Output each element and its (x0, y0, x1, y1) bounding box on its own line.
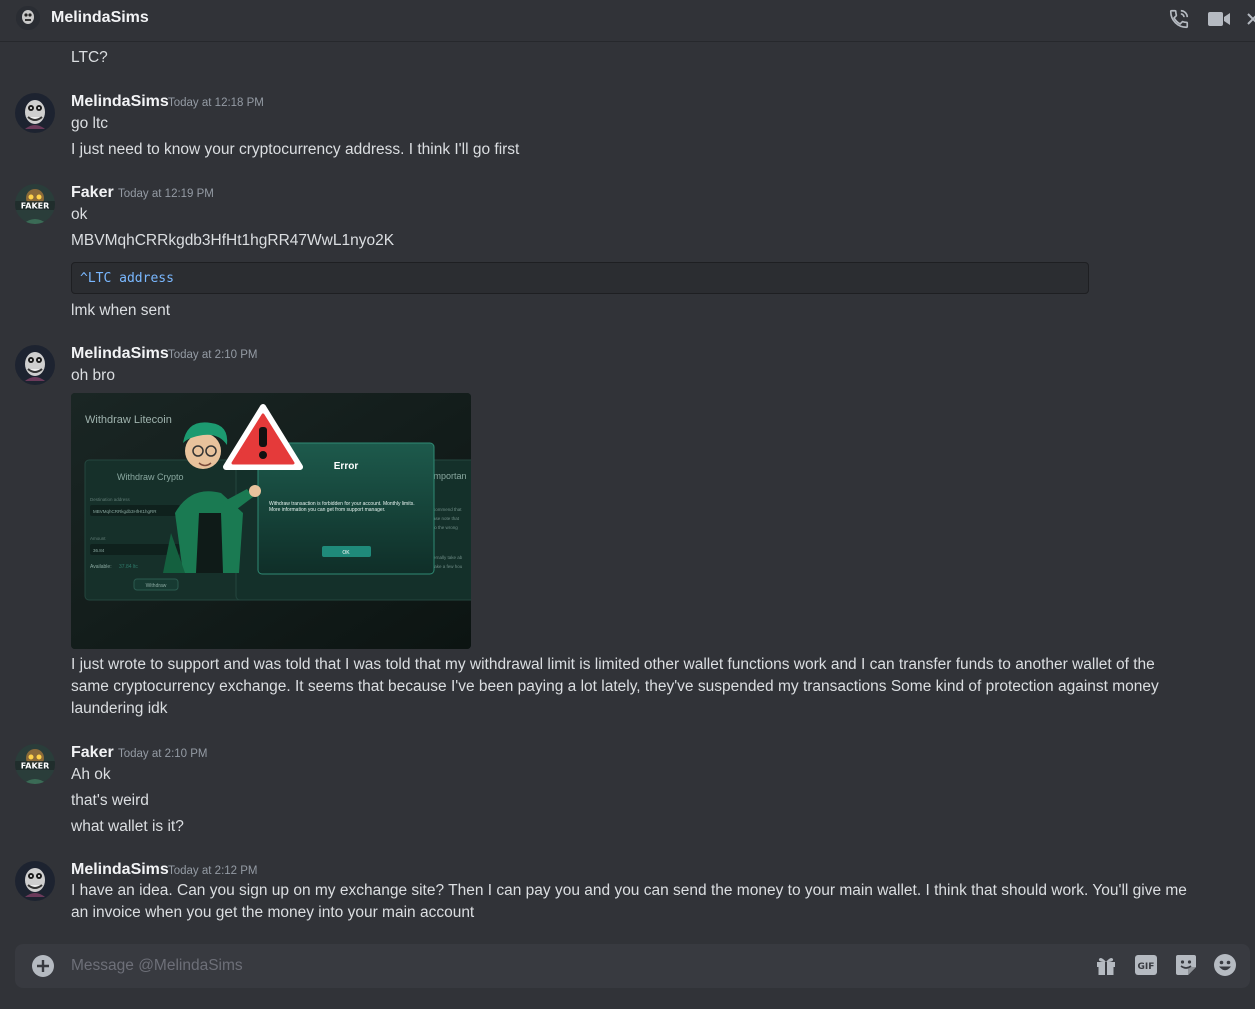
header-avatar[interactable] (16, 6, 40, 30)
phone-call-icon[interactable] (1168, 8, 1190, 35)
dm-header: MelindaSims (0, 0, 1255, 42)
attachment-dest-label: Destination address (90, 497, 131, 502)
avatar-faker[interactable]: FAKER (15, 184, 55, 224)
author-name[interactable]: Faker (71, 744, 114, 762)
attachment-side-title: Importan (431, 471, 467, 481)
message-text: go ltc (71, 115, 109, 132)
message-composer: Message @MelindaSims GIF (15, 944, 1250, 988)
gif-icon[interactable]: GIF (1135, 955, 1157, 980)
avatar-faker[interactable]: FAKER (15, 744, 55, 784)
attachment-side-line: commend that (433, 507, 462, 512)
author-name[interactable]: MelindaSims (71, 861, 169, 879)
sticker-icon[interactable] (1175, 954, 1197, 981)
emoji-icon[interactable] (1214, 954, 1236, 981)
author-name[interactable]: MelindaSims (71, 345, 169, 363)
message-text: ok (71, 206, 88, 223)
image-attachment[interactable]: Withdraw Litecoin Withdraw Crypto Destin… (71, 393, 471, 649)
attachment-side-line: ase note that (433, 516, 460, 521)
attachment-amount-label: Amount (90, 536, 106, 541)
timestamp: Today at 2:12 PM (168, 865, 258, 877)
error-title: Error (334, 461, 359, 472)
code-block: ^LTC address (71, 262, 1089, 294)
gift-icon[interactable] (1095, 954, 1117, 981)
video-camera-icon[interactable] (1207, 8, 1231, 35)
message-paragraph: I just wrote to support and was told tha… (71, 656, 1159, 717)
attachment-available-label: Available: (90, 564, 112, 570)
attachment-side-line: take a few hou (433, 564, 463, 569)
timestamp: Today at 2:10 PM (118, 748, 208, 760)
timestamp: Today at 12:18 PM (168, 97, 264, 109)
message-text: Ah ok (71, 766, 111, 783)
timestamp: Today at 12:19 PM (118, 188, 214, 200)
header-username[interactable]: MelindaSims (51, 9, 149, 27)
message-text: I just need to know your cryptocurrency … (71, 141, 520, 158)
message-text: that's weird (71, 792, 149, 809)
attachment-header: Withdraw Litecoin (85, 414, 172, 426)
error-text: Withdraw transaction is forbidden for yo… (269, 501, 415, 513)
error-ok-button: OK (342, 550, 350, 556)
plus-circle-icon[interactable] (32, 955, 54, 982)
timestamp: Today at 2:10 PM (168, 349, 258, 361)
attachment-panel-title: Withdraw Crypto (117, 472, 184, 482)
avatar-melindasims[interactable] (15, 345, 55, 385)
attachment-dest-value: MBVMqhCRRkgdb3HfHt1hgRR (93, 509, 157, 514)
author-name[interactable]: Faker (71, 184, 114, 202)
attachment-amount-value: 36.84 (93, 548, 105, 553)
attachment-side-line: ernally take ab (433, 555, 463, 560)
message-paragraph: I have an idea. Can you sign up on my ex… (71, 882, 1187, 921)
avatar-melindasims[interactable] (15, 93, 55, 133)
message-text: oh bro (71, 367, 115, 384)
faker-avatar-text: FAKER (21, 762, 50, 771)
svg-text:GIF: GIF (1138, 962, 1155, 972)
faker-avatar-text: FAKER (21, 202, 50, 211)
message-text: LTC? (71, 49, 108, 66)
code-text: ^LTC address (80, 271, 174, 286)
avatar-melindasims[interactable] (15, 861, 55, 901)
message-input[interactable]: Message @MelindaSims (71, 957, 243, 975)
message-text: MBVMqhCRRkgdb3HfHt1hgRR47WwL1nyo2K (71, 232, 395, 249)
close-icon[interactable] (1246, 10, 1255, 33)
attachment-withdraw-button: Withdraw (146, 583, 167, 589)
attachment-available-value: 37.84 ltc (119, 564, 138, 570)
message-text: lmk when sent (71, 302, 171, 319)
message-list[interactable]: LTC? MelindaSims Today at 12:18 PM go lt… (0, 43, 1255, 938)
author-name[interactable]: MelindaSims (71, 93, 169, 111)
message-text: what wallet is it? (71, 818, 184, 835)
attachment-side-line: to the wrong (433, 525, 458, 530)
